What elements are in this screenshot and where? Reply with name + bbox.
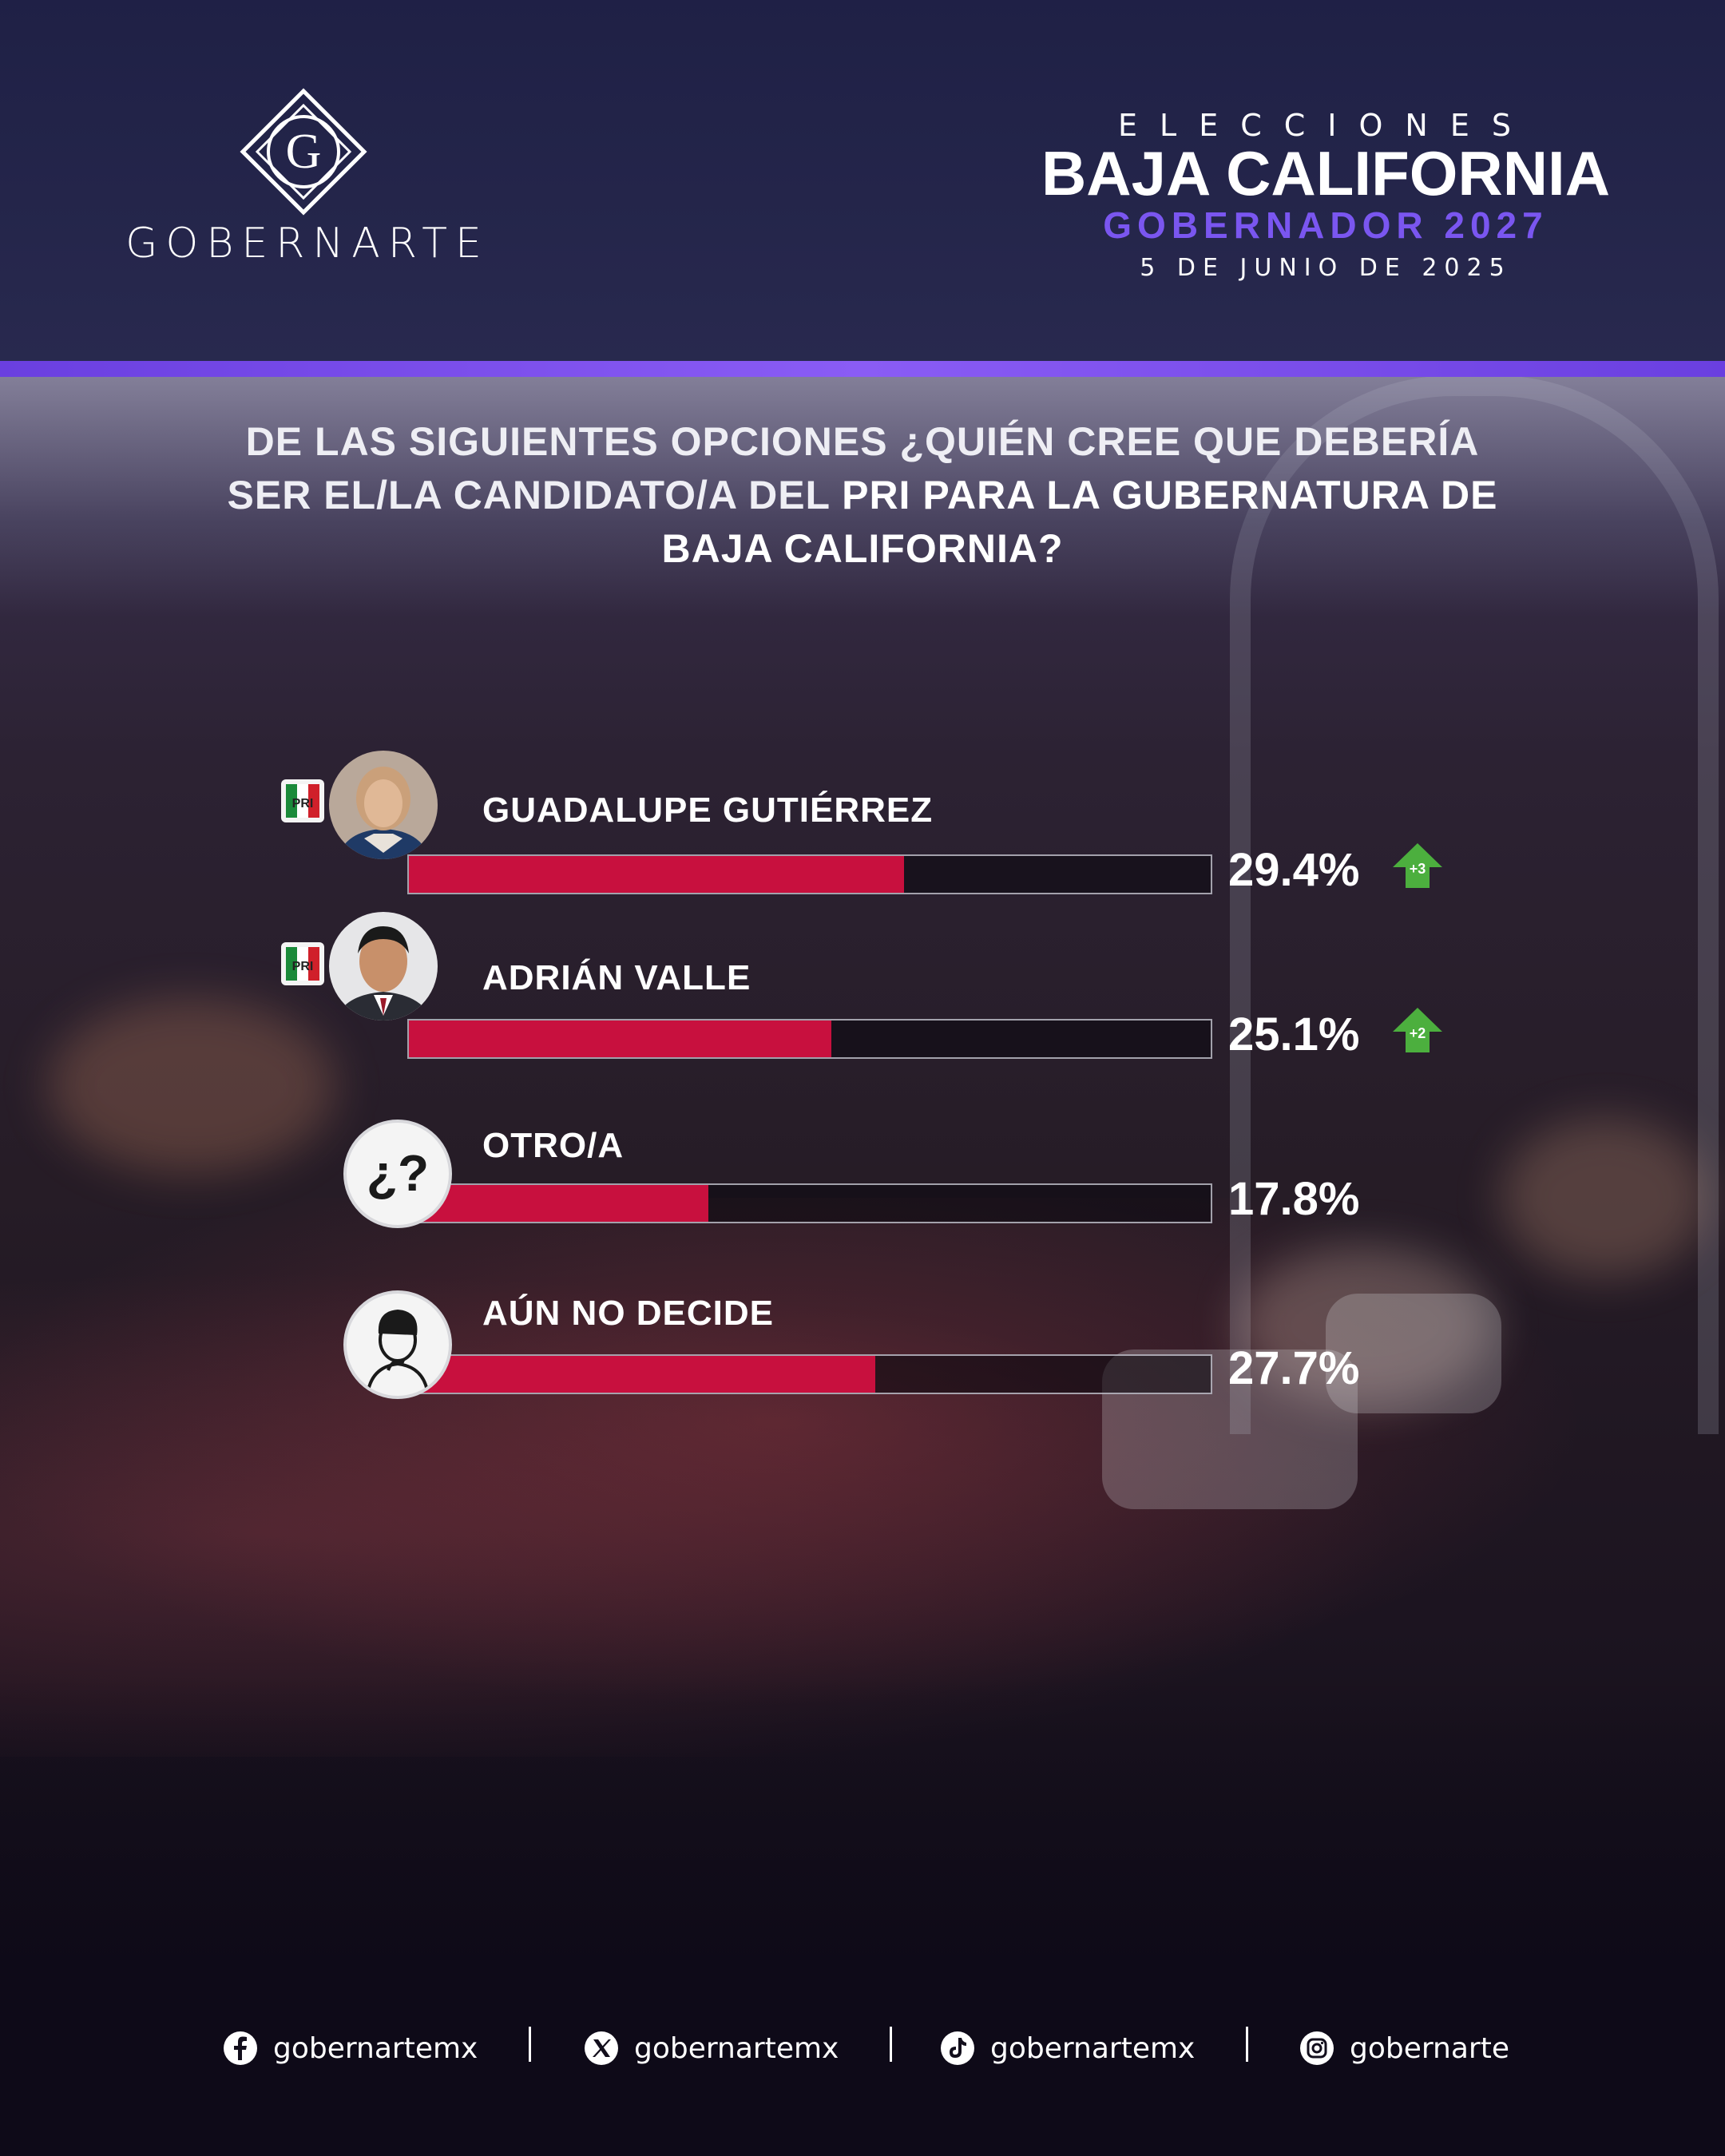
header: G GOBERNARTE ELECCIONES BAJA CALIFORNIA … [0, 0, 1725, 361]
instagram-handle: gobernarte [1350, 2031, 1509, 2065]
bar-adrian-valle [409, 1021, 831, 1057]
footer-separator [890, 2027, 892, 2062]
brand-name: GOBERNARTE [125, 220, 490, 268]
candidate-photo-adrian-valle [329, 912, 438, 1021]
pri-party-logo: PRI [281, 942, 324, 985]
tiktok-handle: gobernartemx [990, 2031, 1196, 2065]
label-guadalupe-gutierrez: GUADALUPE GUTIÉRREZ [482, 791, 934, 830]
social-instagram[interactable]: gobernarte [1299, 2027, 1509, 2070]
footer-separator [529, 2027, 531, 2062]
up-arrow-icon: +2 [1393, 1008, 1442, 1052]
poll-infographic: G GOBERNARTE ELECCIONES BAJA CALIFORNIA … [0, 0, 1725, 2156]
social-footer: gobernartemx gobernartemx gobernartemx g… [0, 2012, 1725, 2084]
bar-otro [409, 1185, 708, 1222]
question-mark-icon: ¿? [343, 1120, 452, 1228]
social-x[interactable]: gobernartemx [583, 2027, 839, 2070]
header-date: 5 DE JUNIO DE 2025 [1140, 254, 1512, 282]
bar-track [407, 1354, 1212, 1394]
header-accent-bar [0, 361, 1725, 377]
bar-aun-no-decide [409, 1356, 875, 1393]
party-logo-text: PRI [292, 960, 314, 973]
social-tiktok[interactable]: gobernartemx [939, 2027, 1195, 2070]
pri-party-logo: PRI [281, 779, 324, 822]
change-guadalupe-gutierrez: +3 [1410, 861, 1426, 877]
bar-track [407, 1019, 1212, 1059]
logo-letter: G [286, 125, 322, 179]
label-aun-no-decide: AÚN NO DECIDE [482, 1294, 775, 1333]
change-adrian-valle: +2 [1410, 1025, 1426, 1041]
instagram-icon [1300, 2031, 1334, 2065]
x-icon [585, 2031, 618, 2065]
bar-track [407, 854, 1212, 894]
facebook-handle: gobernartemx [273, 2031, 478, 2065]
candidate-photo-guadalupe-gutierrez [329, 751, 438, 859]
party-logo-text: PRI [292, 797, 314, 810]
poll-question: DE LAS SIGUIENTES OPCIONES ¿QUIÉN CREE Q… [224, 415, 1501, 576]
value-aun-no-decide: 27.7% [1228, 1342, 1360, 1394]
bar-track [407, 1183, 1212, 1223]
facebook-icon [224, 2031, 257, 2065]
value-adrian-valle: 25.1% [1228, 1009, 1360, 1060]
social-facebook[interactable]: gobernartemx [222, 2027, 478, 2070]
x-handle: gobernartemx [634, 2031, 839, 2065]
value-otro: 17.8% [1228, 1173, 1360, 1225]
sign-glow [1501, 1118, 1709, 1278]
background-shade [0, 1677, 1725, 2156]
bar-guadalupe-gutierrez [409, 856, 904, 893]
footer-separator [1246, 2027, 1248, 2062]
label-otro: OTRO/A [482, 1126, 625, 1165]
up-arrow-icon: +3 [1393, 843, 1442, 888]
undecided-person-icon [343, 1290, 452, 1399]
header-state: BAJA CALIFORNIA [1041, 138, 1611, 208]
tiktok-icon [941, 2031, 974, 2065]
value-guadalupe-gutierrez: 29.4% [1228, 844, 1360, 896]
header-race: GOBERNADOR 2027 [1103, 204, 1549, 246]
logo-emblem: G [240, 88, 367, 216]
label-adrian-valle: ADRIÁN VALLE [482, 958, 751, 997]
street-light-glow [48, 998, 335, 1174]
